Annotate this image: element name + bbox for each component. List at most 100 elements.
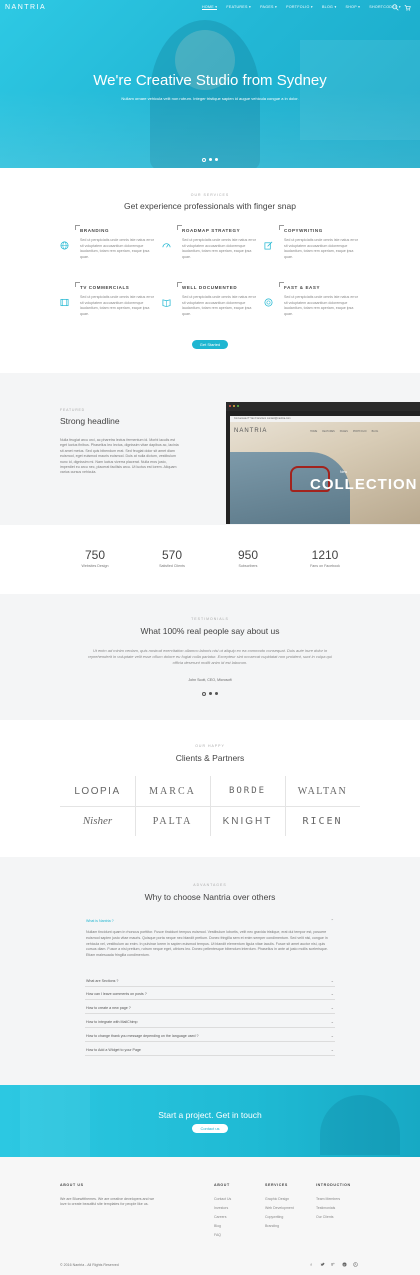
- slider-dot-1[interactable]: [202, 691, 206, 696]
- main-nav: NANTRIA HOME ▾ FEATURES ▾ PAGES ▾ PORTFO…: [0, 0, 420, 16]
- faq-item-open[interactable]: What is Nantria ? ⌃: [85, 916, 335, 927]
- footer-link[interactable]: Web Development: [265, 1206, 294, 1210]
- get-started-button[interactable]: Get Started: [192, 340, 228, 349]
- faq-item[interactable]: What are Sections ? ⌄: [85, 976, 335, 987]
- slider-dot-3[interactable]: [215, 692, 218, 695]
- faq-title: Why to choose Nantria over others: [144, 892, 276, 902]
- nav-item-shop[interactable]: SHOP ▾: [346, 5, 361, 10]
- search-icon[interactable]: [392, 4, 399, 11]
- faq-question: How can I leave comments on posts ?: [86, 992, 147, 996]
- contact-us-button[interactable]: Contact us: [192, 1124, 228, 1133]
- client-logo-ricen: RICEN: [302, 815, 343, 827]
- nav-item-pages-label: PAGES: [260, 5, 274, 9]
- stat-value: 750: [84, 548, 106, 562]
- copyright: © 2016 Nantria - All Rights Reserved: [60, 1263, 119, 1267]
- stat-websites: 750 Websites Design: [55, 548, 135, 568]
- footer-link[interactable]: FAQ: [214, 1233, 221, 1237]
- footer-col-heading: SERVICES: [265, 1183, 288, 1187]
- footer-link[interactable]: Blog: [214, 1224, 221, 1228]
- cart-icon[interactable]: [404, 4, 411, 11]
- stat-label: Satisfied Clients: [159, 564, 185, 568]
- film-icon: [60, 298, 69, 307]
- nav-item-features[interactable]: FEATURES ▾: [226, 5, 251, 10]
- service-text: Sed ut perspiciatis unde omnis iste natu…: [284, 295, 358, 316]
- featured-text: Nulla feugiat arcu orci, ac pharetra lec…: [60, 438, 179, 475]
- mockup-titlebar: [226, 402, 420, 411]
- service-text: Sed ut perspiciatis unde omnis iste natu…: [80, 295, 154, 316]
- stat-label: Websites Design: [81, 564, 109, 568]
- client-logo-knight: KNIGHT: [222, 815, 273, 827]
- faq-question: How to change thank you message dependin…: [86, 1034, 199, 1038]
- faq-item[interactable]: How to integrate with MailChimp ⌄: [85, 1017, 335, 1028]
- stat-label: Fans on Facebook: [310, 564, 340, 568]
- faq-item[interactable]: How to Add a Widget to your Page ⌄: [85, 1045, 335, 1056]
- slider-dot-1[interactable]: [202, 157, 206, 162]
- faq-item[interactable]: How can I leave comments on posts ? ⌄: [85, 989, 335, 1000]
- mockup-menu-item: HOME: [310, 430, 318, 433]
- service-title: BRANDING: [80, 228, 110, 233]
- nav-item-portfolio[interactable]: PORTFOLIO ▾: [286, 5, 313, 10]
- slider-dot-2[interactable]: [209, 158, 212, 161]
- footer-link[interactable]: Copywriting: [265, 1215, 283, 1219]
- mockup-menu-item: BLOG: [371, 430, 379, 433]
- hero-photo-desk: [0, 90, 420, 168]
- footer-link[interactable]: Graphic Design: [265, 1197, 289, 1201]
- footer-link[interactable]: Team Members: [316, 1197, 340, 1201]
- slider-dot-3[interactable]: [215, 158, 218, 161]
- chevron-up-icon: ⌃: [330, 918, 334, 923]
- chevron-down-icon: ⌄: [330, 1019, 334, 1024]
- nav-item-blog[interactable]: BLOG ▾: [322, 5, 337, 10]
- stat-clients: 570 Satisfied Clients: [132, 548, 212, 568]
- footer-link[interactable]: Contact Us: [214, 1197, 231, 1201]
- faq-item[interactable]: How to create a new page ? ⌄: [85, 1003, 335, 1014]
- chevron-down-icon: ⌄: [330, 991, 334, 996]
- clients-grid: LOOPIA MARCA BORDE WALTAN Nisher PALTA K…: [60, 776, 360, 836]
- footer-about-text: We are Bluewitthemes. We are creative de…: [60, 1197, 155, 1207]
- faq-question: How to integrate with MailChimp: [86, 1020, 138, 1024]
- nav-item-home[interactable]: HOME ▾: [202, 5, 218, 10]
- google-plus-icon[interactable]: g+: [330, 1261, 336, 1267]
- footer-link[interactable]: Our Clients: [316, 1215, 334, 1219]
- footer-link[interactable]: Careers: [214, 1215, 226, 1219]
- facebook-icon[interactable]: f: [308, 1261, 314, 1267]
- footer-link[interactable]: Investors: [214, 1206, 228, 1210]
- hero-slider-dots: [202, 157, 218, 162]
- client-logo-nisher: Nisher: [82, 815, 113, 827]
- nav-item-pages[interactable]: PAGES ▾: [260, 5, 277, 10]
- twitter-icon[interactable]: [319, 1261, 325, 1267]
- footer-col-heading: ABOUT: [214, 1183, 230, 1187]
- dribbble-icon[interactable]: [352, 1261, 358, 1267]
- testimonial-author: John Scott, CEO, Microsoft: [188, 678, 232, 682]
- mockup-banner: COLLECTION: [310, 476, 418, 493]
- mockup-maximize-dot: [237, 405, 239, 407]
- cta-photo-right: [320, 1095, 400, 1155]
- mockup-menu-item: PORTFOLIO: [352, 430, 367, 433]
- chevron-down-icon: ⌄: [330, 1005, 334, 1010]
- services-eyebrow: OUR SERVICES: [190, 193, 230, 197]
- footer-link[interactable]: Branding: [265, 1224, 279, 1228]
- faq-item[interactable]: How to change thank you message dependin…: [85, 1031, 335, 1042]
- faq-eyebrow: ADVANTAGES: [193, 883, 227, 887]
- faq-question: What is Nantria ?: [86, 919, 114, 923]
- service-title: ROADMAP STRATEGY: [182, 228, 241, 233]
- testimonial-slider-dots: [202, 691, 218, 696]
- testimonials-eyebrow: TESTIMONIALS: [191, 617, 229, 621]
- stat-value: 1210: [311, 548, 339, 562]
- client-logo-waltan: WALTAN: [297, 785, 348, 797]
- stat-label: Subscribers: [238, 564, 258, 568]
- mockup-logo: NANTRIA: [234, 428, 268, 434]
- footer-link[interactable]: Testimonials: [316, 1206, 335, 1210]
- footer-about-heading: ABOUT US: [60, 1183, 84, 1187]
- nav-item-features-label: FEATURES: [226, 5, 248, 9]
- service-title: TV COMMERCIALS: [80, 285, 130, 290]
- globe-icon: [60, 241, 69, 250]
- hero-subtitle: Nullam ornare vehicula velit non rutrum.…: [121, 96, 299, 101]
- stat-facebook-fans: 1210 Fans on Facebook: [285, 548, 365, 568]
- clients-eyebrow: OUR HAPPY: [195, 744, 225, 748]
- hero-title: We're Creative Studio from Sydney: [93, 72, 327, 89]
- site-logo[interactable]: NANTRIA: [5, 4, 46, 11]
- pinterest-icon[interactable]: p: [341, 1261, 347, 1267]
- slider-dot-2[interactable]: [209, 692, 212, 695]
- browser-mockup: Conversate IT Van Francisco contact@nant…: [226, 402, 420, 524]
- faq-question: How to create a new page ?: [86, 1006, 131, 1010]
